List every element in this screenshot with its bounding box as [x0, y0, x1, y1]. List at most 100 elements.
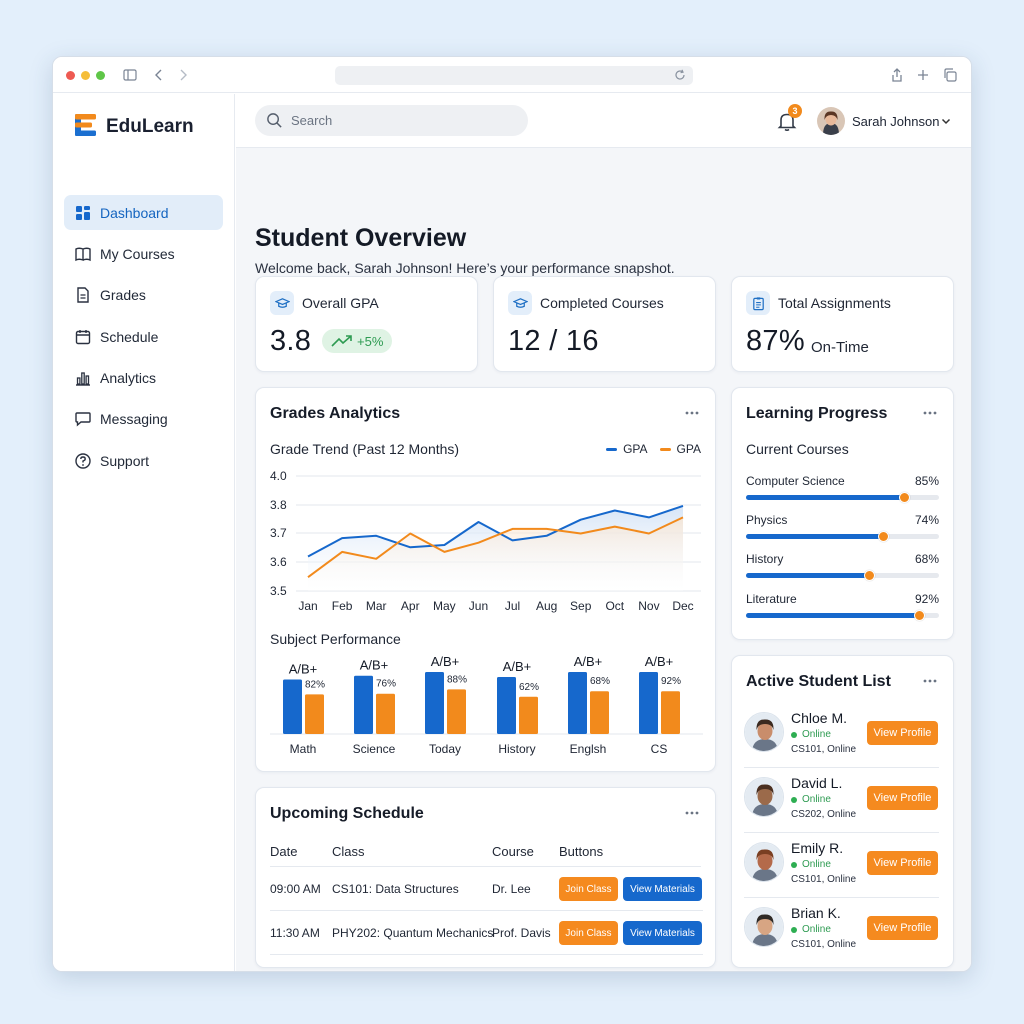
- progress-track: [746, 492, 939, 503]
- completed-courses-card: Completed Courses 12 / 16: [493, 276, 716, 372]
- column-header-course: Course: [492, 844, 534, 859]
- avatar[interactable]: [744, 777, 784, 817]
- row-class: PHY202: Quantum Mechanics: [332, 926, 494, 940]
- upcoming-schedule-title: Upcoming Schedule: [270, 805, 424, 822]
- progress-handle[interactable]: [898, 492, 910, 503]
- reload-icon[interactable]: [673, 68, 687, 82]
- view-profile-button[interactable]: View Profile: [867, 721, 938, 745]
- course-percent: 74%: [914, 513, 939, 527]
- trend-up-icon: [331, 335, 352, 347]
- view-profile-button[interactable]: View Profile: [867, 916, 938, 940]
- grade-label: A/B+: [645, 654, 674, 669]
- course-percent: 85%: [914, 474, 939, 488]
- bar-blue: [497, 676, 516, 734]
- share-icon[interactable]: [889, 67, 905, 83]
- grade-trend-title: Grade Trend (Past 12 Months): [270, 441, 460, 457]
- address-bar[interactable]: [335, 66, 693, 85]
- back-icon[interactable]: [151, 67, 167, 83]
- forward-icon[interactable]: [175, 67, 191, 83]
- close-window-button[interactable]: [66, 71, 75, 80]
- bar-orange: [519, 696, 538, 734]
- student-course: CS202, Online: [791, 809, 857, 820]
- progress-handle[interactable]: [877, 531, 889, 542]
- course-name: History: [746, 552, 784, 566]
- top-bar: 3 Sarah Johnson: [236, 94, 971, 148]
- new-tab-icon[interactable]: [915, 67, 931, 83]
- table-divider: [270, 910, 703, 911]
- sidebar-item-label: Analytics: [100, 370, 157, 387]
- more-options-icon[interactable]: [922, 406, 938, 420]
- category-label: History: [498, 742, 535, 756]
- grade-label: A/B+: [289, 661, 318, 676]
- user-name[interactable]: Sarah Johnson: [852, 114, 939, 129]
- x-tick-label: May: [433, 599, 456, 613]
- sidebar-item-my-courses[interactable]: My Courses: [64, 236, 223, 271]
- avatar[interactable]: [744, 907, 784, 947]
- subject-performance-chart: A/B+ 82% Math A/B+ 76% Science A/B+ 88% Today A/B…: [270, 654, 703, 756]
- sidebar-item-dashboard[interactable]: Dashboard: [64, 195, 223, 230]
- category-label: Englsh: [570, 742, 607, 756]
- gpa-card: Overall GPA 3.8 +5%: [255, 276, 478, 372]
- status-text: Online: [802, 729, 831, 740]
- column-header-buttons: Buttons: [559, 844, 604, 859]
- progress-row: History 68%: [746, 552, 939, 581]
- table-divider: [270, 866, 701, 867]
- search-icon: [267, 113, 282, 128]
- learning-progress-card: Learning Progress Current Courses Comput…: [731, 387, 954, 640]
- join-class-button[interactable]: Join Class: [559, 921, 618, 945]
- graduation-cap-icon: [270, 291, 294, 315]
- progress-handle[interactable]: [864, 570, 876, 581]
- sidebar: EduLearn Dashboard My Courses Grades Sch…: [53, 94, 235, 971]
- view-materials-button[interactable]: View Materials: [623, 921, 702, 945]
- legend-item: GPA: [659, 442, 701, 456]
- view-materials-button[interactable]: View Materials: [623, 877, 702, 901]
- graduation-cap-icon: [508, 291, 532, 315]
- calendar-icon: [75, 329, 91, 344]
- status-text: Online: [802, 794, 831, 805]
- avatar[interactable]: [744, 842, 784, 882]
- avatar[interactable]: [744, 712, 784, 752]
- sidebar-item-schedule[interactable]: Schedule: [64, 319, 223, 354]
- search-box[interactable]: [255, 105, 528, 136]
- assignments-card: Total Assignments 87% On-Time: [731, 276, 954, 372]
- search-input[interactable]: [291, 113, 491, 128]
- category-label: CS: [651, 742, 668, 756]
- sidebar-item-label: My Courses: [100, 245, 175, 262]
- view-profile-button[interactable]: View Profile: [867, 786, 938, 810]
- sidebar-item-grades[interactable]: Grades: [64, 278, 223, 313]
- y-tick-label: 3.6: [270, 555, 287, 569]
- progress-track: [746, 531, 939, 542]
- tabs-overview-icon[interactable]: [942, 67, 958, 83]
- sidebar-item-analytics[interactable]: Analytics: [64, 361, 223, 396]
- x-tick-label: Aug: [536, 599, 557, 613]
- sidebar-toggle-icon[interactable]: [122, 67, 138, 83]
- grades-analytics-card: Grades Analytics Grade Trend (Past 12 Mo…: [255, 387, 716, 772]
- grade-trend-chart: 4.0 3.8 3.7 3.6 3.5 Jan Feb Mar Apr May Jun Jul Aug S…: [270, 469, 701, 613]
- browser-toolbar: [53, 57, 971, 93]
- avatar[interactable]: [817, 107, 845, 135]
- progress-handle[interactable]: [914, 610, 926, 621]
- more-options-icon[interactable]: [684, 806, 700, 820]
- bar-value-label: 62%: [519, 682, 539, 693]
- main-content: 3 Sarah Johnson Student Overview Welcome…: [236, 94, 971, 971]
- completed-courses-value: 12 / 16: [508, 325, 599, 357]
- bar-blue: [283, 679, 302, 734]
- more-options-icon[interactable]: [684, 406, 700, 420]
- student-name: Brian K.: [791, 905, 841, 921]
- list-item: David L. Online CS202, Online View Profile: [744, 769, 939, 833]
- join-class-button[interactable]: Join Class: [559, 877, 618, 901]
- sidebar-item-messaging[interactable]: Messaging: [64, 402, 223, 437]
- sidebar-item-support[interactable]: Support: [64, 443, 223, 478]
- progress-fill: [746, 573, 870, 578]
- assignments-suffix: On-Time: [811, 339, 869, 356]
- progress-track: [746, 610, 939, 621]
- more-options-icon[interactable]: [922, 674, 938, 688]
- maximize-window-button[interactable]: [96, 71, 105, 80]
- help-icon: [75, 453, 91, 469]
- sidebar-item-label: Messaging: [100, 411, 168, 428]
- chevron-down-icon[interactable]: [940, 115, 952, 127]
- bar-value-label: 76%: [376, 679, 396, 690]
- minimize-window-button[interactable]: [81, 71, 90, 80]
- view-profile-button[interactable]: View Profile: [867, 851, 938, 875]
- row-date: 09:00 AM: [270, 882, 321, 896]
